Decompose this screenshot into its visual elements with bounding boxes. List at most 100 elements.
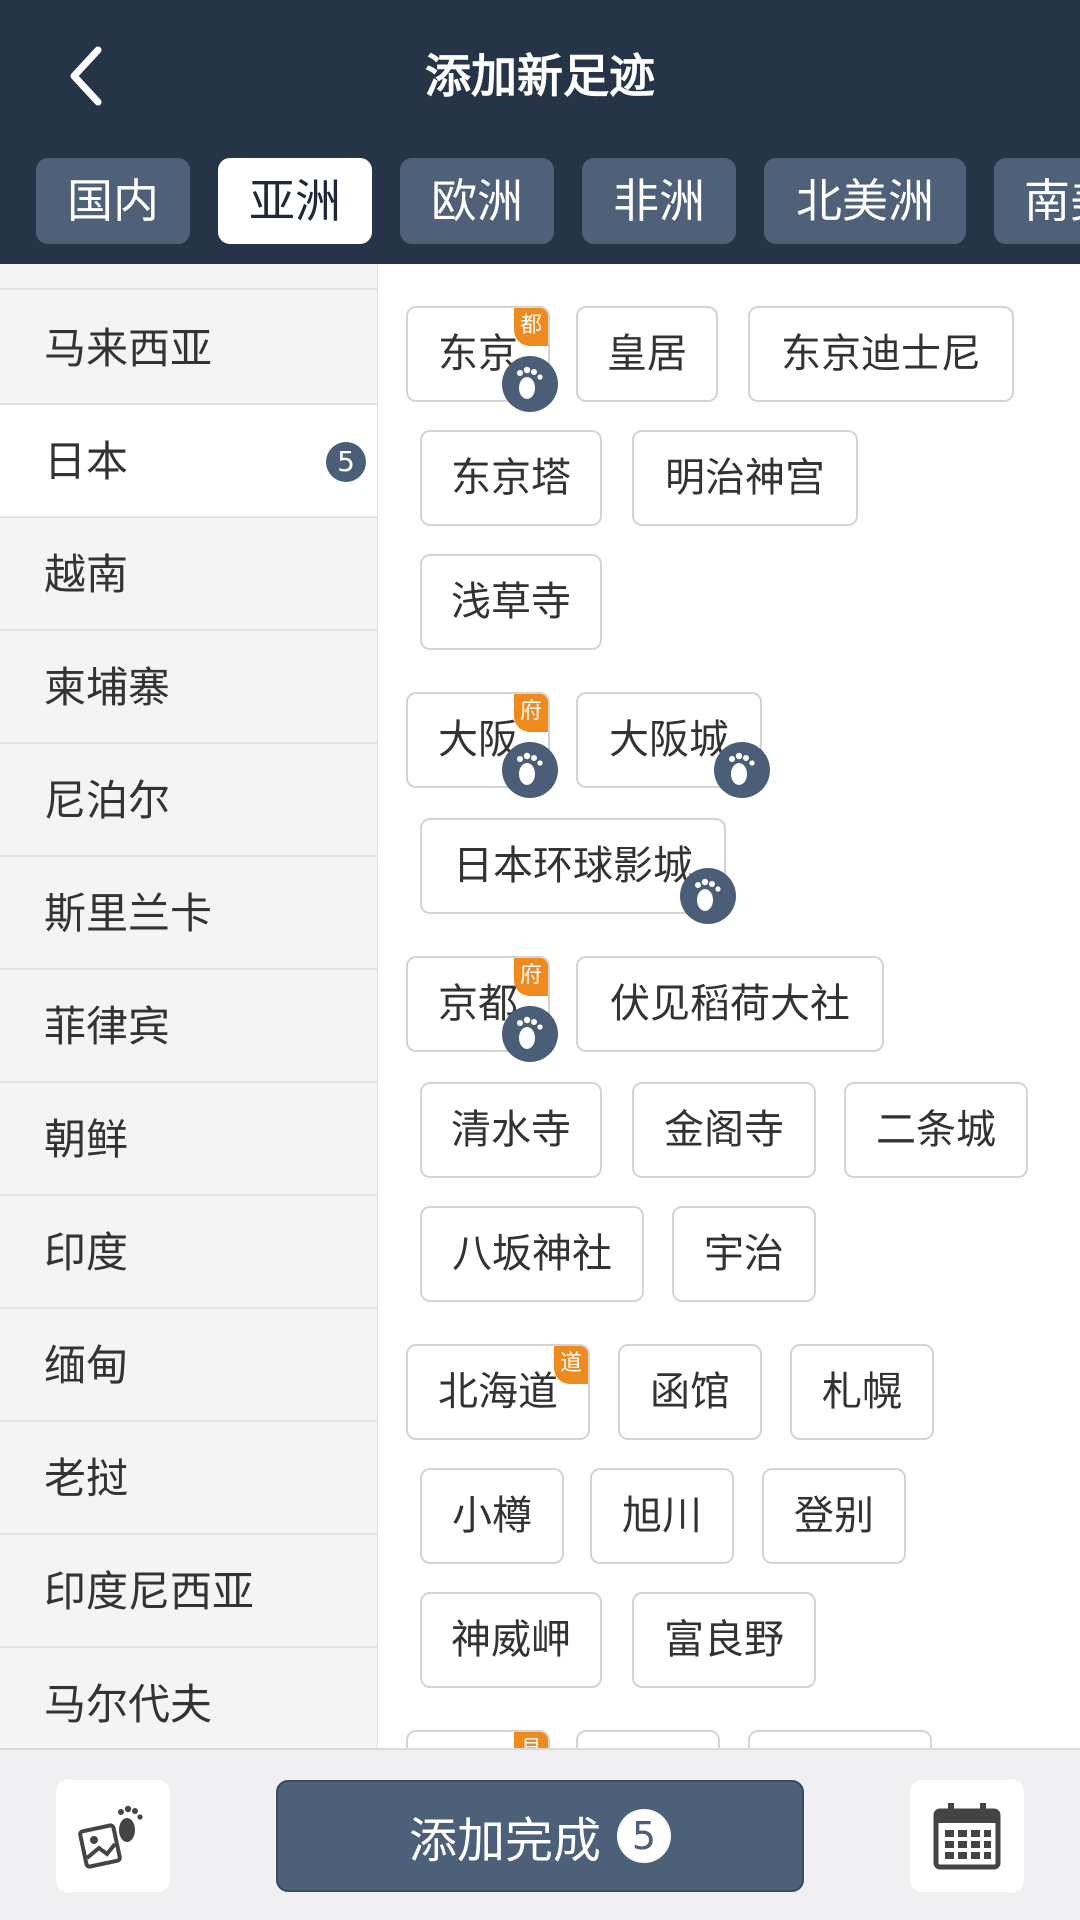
spot-label: 东京塔 [451, 455, 571, 501]
country-name: 印度尼西亚 [44, 1567, 255, 1616]
spot-label: 二条城 [876, 1107, 996, 1153]
spot-label: 东京迪士尼 [781, 331, 981, 377]
spot-label: 札幌 [822, 1369, 902, 1415]
spot-chip[interactable]: 函馆 [618, 1344, 762, 1440]
country-item-japan[interactable]: 日本 5 [0, 405, 377, 518]
spots-panel[interactable]: 东京 都 皇居 东京迪士尼 东京塔 明治神宫 浅草寺 大阪 府 大阪城 日本环球… [378, 264, 1080, 1748]
prefecture-tag: 府 [514, 694, 548, 732]
country-name: 尼泊尔 [44, 776, 171, 825]
spot-label: 宇治 [704, 1231, 784, 1277]
tab-north-america[interactable]: 北美洲 [764, 158, 966, 244]
spot-chip[interactable]: 东京迪士尼 [748, 306, 1014, 402]
spot-chip[interactable]: 金阁寺 [632, 1082, 816, 1178]
spot-label: 明治神宫 [665, 455, 825, 501]
tab-domestic[interactable]: 国内 [36, 158, 190, 244]
spot-chip[interactable]: 明治神宫 [632, 430, 858, 526]
footprint-icon [680, 868, 736, 924]
spot-label: 小樽 [452, 1493, 532, 1539]
country-name: 越南 [44, 550, 129, 599]
tab-south-america[interactable]: 南美洲 [994, 158, 1080, 244]
spot-chip[interactable]: 八坂神社 [420, 1206, 644, 1302]
spot-chip[interactable]: 旭川 [590, 1468, 734, 1564]
photo-import-button[interactable] [56, 1780, 170, 1892]
spot-label: 浅草寺 [451, 579, 571, 625]
footprint-icon [502, 742, 558, 798]
country-name: 柬埔寨 [44, 663, 171, 712]
prefecture-tag: 府 [514, 958, 548, 996]
spot-chip[interactable] [748, 1730, 932, 1748]
spot-label: 清水寺 [451, 1107, 571, 1153]
spot-label: 旭川 [622, 1493, 702, 1539]
spot-label: 八坂神社 [452, 1231, 612, 1277]
visited-count-badge: 5 [326, 442, 366, 482]
spot-chip[interactable] [576, 1730, 720, 1748]
spot-chip[interactable]: 札幌 [790, 1344, 934, 1440]
country-item[interactable]: 印度尼西亚 [0, 1535, 377, 1648]
selected-count-badge: 5 [617, 1809, 671, 1863]
country-item[interactable]: 菲律宾 [0, 970, 377, 1083]
spot-chip[interactable]: 富良野 [632, 1592, 816, 1688]
country-item[interactable]: 缅甸 [0, 1309, 377, 1422]
tab-europe[interactable]: 欧洲 [400, 158, 554, 244]
country-item[interactable]: 马来西亚 [0, 292, 377, 405]
country-item[interactable]: 越南 [0, 518, 377, 631]
page-title: 添加新足迹 [425, 49, 655, 103]
country-name: 马尔代夫 [44, 1680, 213, 1729]
header: 添加新足迹 国内 亚洲 欧洲 非洲 北美洲 南美洲 [0, 0, 1080, 264]
country-name: 老挝 [44, 1454, 129, 1503]
prefecture-tag: 都 [514, 308, 548, 346]
spot-chip[interactable]: 县 [406, 1730, 550, 1748]
country-item[interactable]: 印度 [0, 1196, 377, 1309]
spot-chip[interactable]: 伏见稻荷大社 [576, 956, 884, 1052]
country-item[interactable]: 老挝 [0, 1422, 377, 1535]
tab-africa[interactable]: 非洲 [582, 158, 736, 244]
list-divider [0, 264, 377, 290]
spot-label: 金阁寺 [664, 1107, 784, 1153]
footprint-icon [714, 742, 770, 798]
spot-chip[interactable]: 神威岬 [420, 1592, 602, 1688]
spot-label: 函馆 [650, 1369, 730, 1415]
spot-chip[interactable]: 宇治 [672, 1206, 816, 1302]
tab-asia[interactable]: 亚洲 [218, 158, 372, 244]
prefecture-tag: 县 [514, 1732, 548, 1748]
country-item[interactable]: 尼泊尔 [0, 744, 377, 857]
spot-label: 皇居 [607, 331, 687, 377]
spot-label: 富良野 [664, 1617, 784, 1663]
spot-chip[interactable]: 皇居 [576, 306, 718, 402]
spot-label: 日本环球影城 [453, 843, 693, 889]
country-name: 印度 [44, 1228, 129, 1277]
country-name: 马来西亚 [44, 324, 213, 373]
spot-label: 伏见稻荷大社 [610, 981, 850, 1027]
spot-chip-hokkaido[interactable]: 北海道 道 [406, 1344, 590, 1440]
country-name: 菲律宾 [44, 1002, 171, 1051]
region-tabs: 国内 亚洲 欧洲 非洲 北美洲 南美洲 [0, 158, 1080, 244]
country-name: 日本 [44, 437, 129, 486]
country-name: 缅甸 [44, 1341, 129, 1390]
photo-footprint-icon [78, 1805, 143, 1869]
country-item[interactable]: 马尔代夫 [0, 1648, 377, 1748]
spot-chip[interactable]: 东京塔 [420, 430, 602, 526]
calendar-icon [933, 1803, 1001, 1870]
spot-label: 北海道 [438, 1369, 558, 1415]
spot-chip[interactable]: 清水寺 [420, 1082, 602, 1178]
country-name: 斯里兰卡 [44, 889, 213, 938]
spot-label: 大阪城 [609, 717, 729, 763]
spot-label: 神威岬 [451, 1617, 571, 1663]
spot-chip[interactable]: 浅草寺 [420, 554, 602, 650]
country-item[interactable]: 斯里兰卡 [0, 857, 377, 970]
calendar-button[interactable] [910, 1780, 1024, 1892]
spot-label: 登别 [794, 1493, 874, 1539]
spot-chip[interactable]: 小樽 [420, 1468, 564, 1564]
done-label: 添加完成 [408, 1813, 601, 1869]
prefecture-tag: 道 [554, 1346, 588, 1384]
bottom-bar: 添加完成 5 [0, 1748, 1080, 1920]
country-item[interactable]: 朝鲜 [0, 1083, 377, 1196]
add-complete-button[interactable]: 添加完成 5 [276, 1780, 804, 1892]
spot-chip[interactable]: 登别 [762, 1468, 906, 1564]
footprint-icon [502, 356, 558, 412]
country-item[interactable]: 柬埔寨 [0, 631, 377, 744]
footprint-icon [502, 1006, 558, 1062]
spot-chip[interactable]: 二条城 [844, 1082, 1028, 1178]
country-name: 朝鲜 [44, 1115, 129, 1164]
country-list[interactable]: 马来西亚 日本 5 越南 柬埔寨 尼泊尔 斯里兰卡 菲律宾 朝鲜 印度 缅甸 老… [0, 264, 378, 1748]
